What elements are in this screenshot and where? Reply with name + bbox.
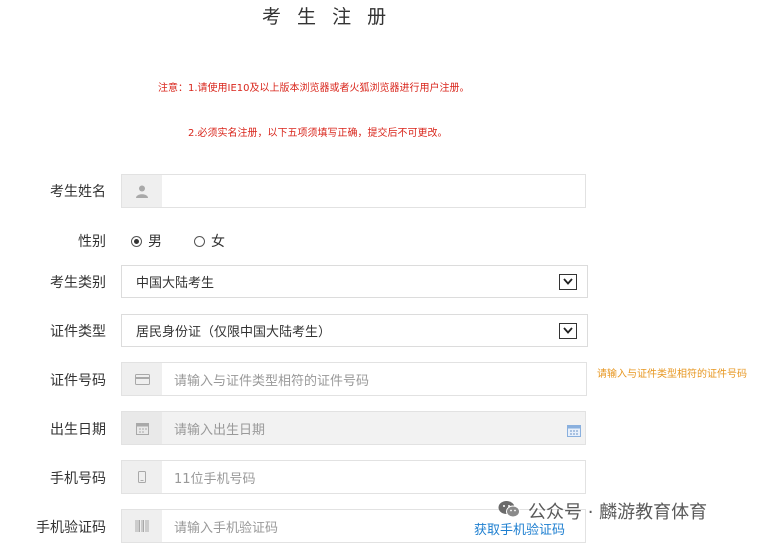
gender-female-radio[interactable]: 女 — [194, 231, 225, 251]
gender-male-radio[interactable]: 男 — [131, 231, 162, 251]
id-type-select[interactable]: 居民身份证（仅限中国大陆考生） — [121, 314, 588, 347]
id-number-field[interactable]: 请输入与证件类型相符的证件号码 — [121, 362, 587, 396]
gender-female-label: 女 — [211, 234, 225, 250]
phone-input[interactable]: 11位手机号码 — [174, 461, 577, 493]
gender-male-label: 男 — [148, 234, 162, 250]
birth-field[interactable]: 请输入出生日期 — [121, 411, 586, 445]
code-label: 手机验证码 — [36, 520, 106, 536]
id-card-icon — [122, 363, 162, 395]
id-number-label: 证件号码 — [50, 373, 106, 389]
phone-label: 手机号码 — [50, 471, 106, 487]
code-input[interactable]: 请输入手机验证码 — [174, 510, 465, 542]
name-label: 考生姓名 — [50, 184, 106, 200]
gender-label: 性别 — [78, 234, 106, 250]
chevron-down-icon[interactable] — [559, 273, 577, 290]
calendar-icon — [122, 412, 162, 444]
category-select[interactable]: 中国大陆考生 — [121, 265, 588, 298]
id-type-value: 居民身份证（仅限中国大陆考生） — [136, 325, 332, 340]
birth-input[interactable]: 请输入出生日期 — [174, 412, 577, 444]
radio-checked-icon — [131, 235, 142, 247]
mobile-icon — [122, 461, 162, 493]
watermark-text: 公众号 · 麟游教育体育 — [528, 502, 708, 523]
notice-line-2: 2.必须实名注册，以下五项须填写正确，提交后不可更改。 — [188, 128, 448, 139]
notice-line-1: 注意：1.请使用IE10及以上版本浏览器或者火狐浏览器进行用户注册。 — [158, 83, 470, 94]
birth-label: 出生日期 — [50, 422, 106, 438]
user-icon — [122, 175, 162, 207]
wechat-icon — [498, 500, 520, 523]
barcode-icon — [122, 510, 162, 542]
phone-field[interactable]: 11位手机号码 — [121, 460, 586, 494]
watermark: 公众号 · 麟游教育体育 — [498, 498, 707, 524]
id-number-hint: 请输入与证件类型相符的证件号码 — [597, 369, 747, 380]
category-value: 中国大陆考生 — [136, 276, 215, 291]
id-number-input[interactable]: 请输入与证件类型相符的证件号码 — [174, 363, 578, 395]
id-type-label: 证件类型 — [50, 324, 106, 340]
name-field[interactable] — [121, 174, 586, 208]
date-picker-icon[interactable] — [567, 422, 581, 441]
radio-unchecked-icon — [194, 235, 205, 247]
name-input[interactable] — [174, 175, 577, 207]
category-label: 考生类别 — [50, 275, 106, 291]
chevron-down-icon[interactable] — [559, 322, 577, 339]
page-title: 考 生 注 册 — [262, 6, 392, 28]
